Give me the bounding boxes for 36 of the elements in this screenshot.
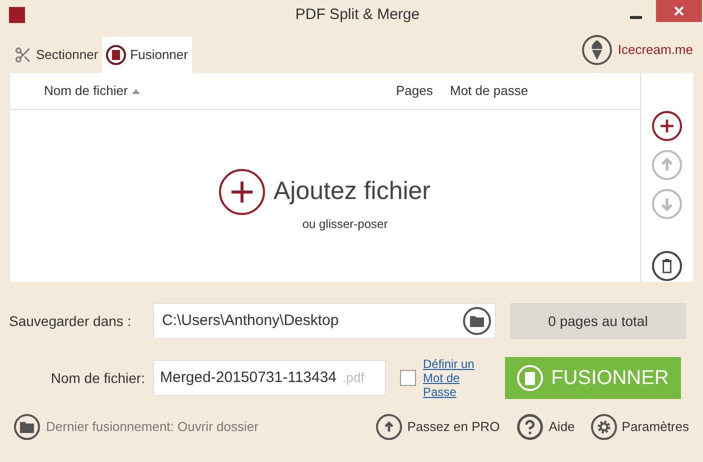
folder-icon[interactable]: [463, 307, 491, 335]
column-header[interactable]: Nom de fichier: [44, 81, 396, 101]
footer-link[interactable]: Aide: [516, 413, 575, 441]
add-file-label[interactable]: Ajoutez fichier: [273, 173, 431, 211]
tab[interactable]: Sectionner: [10, 37, 102, 73]
trash-button[interactable]: [652, 251, 682, 281]
save-path-field[interactable]: C:\Users\Anthony\Desktop: [153, 303, 496, 339]
scissors-icon: [14, 46, 32, 64]
minimize-button[interactable]: [630, 16, 642, 18]
document-icon: [517, 365, 544, 391]
set-password-link[interactable]: Définir un Mot de Passe: [423, 357, 493, 399]
close-icon: [674, 6, 684, 16]
drag-drop-hint: ou glisser-poser: [302, 216, 388, 233]
close-button[interactable]: [656, 0, 702, 22]
folder-icon[interactable]: [14, 414, 40, 440]
help-icon: [516, 413, 544, 441]
book-icon: [106, 45, 126, 65]
column-header[interactable]: Mot de passe: [450, 81, 550, 101]
website-link[interactable]: Icecream.me: [618, 40, 693, 60]
filename-label: Nom de fichier:: [50, 368, 146, 388]
window-title: PDF Split & Merge: [294, 4, 421, 25]
save-label: Sauvegarder dans :: [9, 312, 132, 331]
ice-cream-icon: [582, 34, 612, 64]
column-header[interactable]: Pages: [396, 81, 450, 101]
add-button[interactable]: [652, 111, 682, 141]
tab[interactable]: Fusionner: [102, 37, 192, 73]
app-logo-icon: [9, 7, 25, 23]
footer-link[interactable]: Passez en PRO: [376, 414, 500, 440]
page-total: 0 pages au total: [510, 303, 686, 339]
arrow-up-icon: [376, 414, 402, 440]
footer-link[interactable]: Paramètres: [590, 414, 689, 440]
password-checkbox[interactable]: [400, 370, 416, 386]
filename-field[interactable]: Merged-20150731-113434 .pdf: [153, 360, 386, 396]
add-icon[interactable]: [219, 169, 266, 215]
settings-icon: [590, 414, 617, 440]
last-merge-link[interactable]: Dernier fusionnement: Ouvrir dossier: [46, 417, 360, 437]
